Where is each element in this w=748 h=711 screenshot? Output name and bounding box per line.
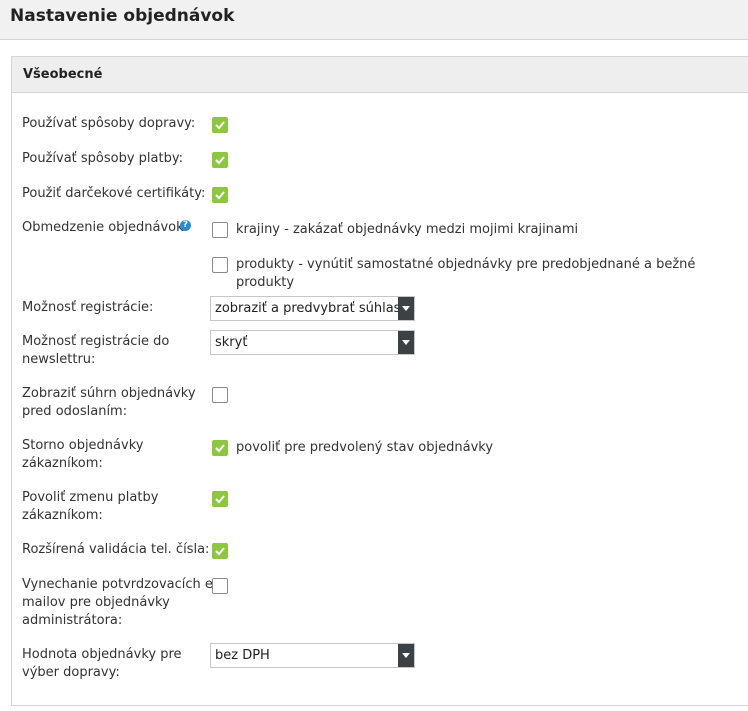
restriction-products-label: produkty - vynútiť samostatné objednávky… [236, 257, 696, 290]
payment-change-label-line2: zákazníkom: [22, 508, 103, 523]
restriction-countries-checkbox[interactable] [212, 222, 228, 238]
gift-certificates-checkbox[interactable] [212, 187, 228, 203]
registration-select[interactable]: zobraziť a predvybrať súhlas [210, 296, 415, 321]
page-title: Nastavenie objednávok [10, 6, 235, 26]
newsletter-select[interactable]: skryť [210, 330, 415, 355]
checkmark-icon [215, 444, 225, 453]
chevron-down-icon [398, 644, 414, 667]
newsletter-label-line1: Možnosť registrácie do [22, 334, 170, 349]
payment-change-label-line1: Povoliť zmenu platby [22, 490, 159, 505]
summary-label-line1: Zobraziť súhrn objednávky [22, 386, 196, 401]
page-header: Nastavenie objednávok [0, 0, 748, 40]
restriction-countries-label: krajiny - zakázať objednávky medzi mojim… [236, 222, 579, 237]
shipping-checkbox[interactable] [212, 117, 228, 133]
shipping-label: Používať spôsoby dopravy: [22, 116, 196, 131]
checkmark-icon [215, 121, 225, 130]
payment-checkbox[interactable] [212, 152, 228, 168]
chevron-down-icon [398, 331, 414, 354]
registration-label: Možnosť registrácie: [22, 300, 154, 315]
order-restriction-label: Obmedzenie objednávok: [22, 220, 189, 235]
storno-checkbox[interactable] [212, 440, 228, 456]
question-icon[interactable]: ? [180, 220, 191, 231]
order-value-select-value: bez DPH [215, 648, 270, 663]
checkmark-icon [215, 547, 225, 556]
checkmark-icon [215, 191, 225, 200]
skip-emails-label-line3: administrátora: [22, 613, 123, 628]
restriction-products-checkbox[interactable] [212, 257, 228, 273]
registration-select-value: zobraziť a predvybrať súhlas [215, 301, 401, 316]
section-title: Všeobecné [23, 67, 103, 82]
phone-validation-label: Rozšírená validácia tel. čísla: [22, 542, 210, 557]
skip-emails-label-line1: Vynechanie potvrdzovacích e- [22, 577, 218, 592]
newsletter-select-value: skryť [215, 335, 248, 350]
chevron-down-icon [398, 297, 414, 320]
order-value-label-line2: výber dopravy: [22, 665, 120, 680]
storno-label-line2: zákazníkom: [22, 456, 103, 471]
payment-label: Používať spôsoby platby: [22, 151, 183, 166]
order-value-label-line1: Hodnota objednávky pre [22, 647, 182, 662]
payment-change-checkbox[interactable] [212, 491, 228, 507]
phone-validation-checkbox[interactable] [212, 543, 228, 559]
skip-emails-checkbox[interactable] [212, 578, 228, 594]
summary-checkbox[interactable] [212, 387, 228, 403]
section-header: Všeobecné [12, 57, 748, 93]
order-value-select[interactable]: bez DPH [210, 643, 415, 668]
newsletter-label-line2: newslettru: [22, 352, 96, 367]
checkmark-icon [215, 495, 225, 504]
storno-option-label: povoliť pre predvolený stav objednávky [236, 440, 494, 455]
summary-label-line2: pred odoslaním: [22, 404, 128, 419]
storno-label-line1: Storno objednávky [22, 438, 144, 453]
checkmark-icon [215, 156, 225, 165]
gift-certificates-label: Použiť darčekové certifikáty: [22, 186, 206, 201]
skip-emails-label-line2: mailov pre objednávky [22, 595, 170, 610]
